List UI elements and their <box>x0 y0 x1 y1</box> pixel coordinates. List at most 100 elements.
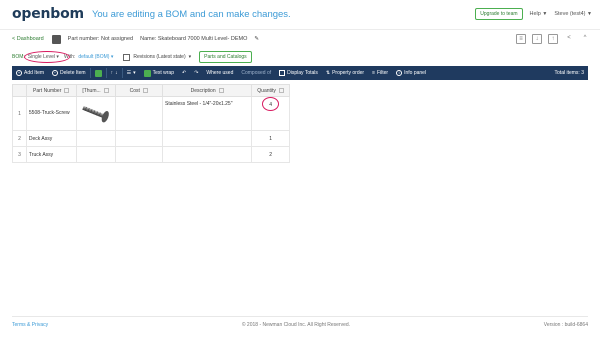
footer: Terms & Privacy © 2018 - Newman Cloud In… <box>12 320 588 330</box>
view-select[interactable]: default (BOM) ▾ <box>78 54 113 60</box>
column-header-description[interactable]: Description <box>162 84 253 97</box>
row-index: 3 <box>12 146 27 163</box>
edit-pencil-icon[interactable]: ✎ <box>254 36 259 42</box>
sort-up-icon: ↑ <box>110 70 114 76</box>
column-menu-icon[interactable] <box>278 87 284 93</box>
redo-icon: ↷ <box>194 70 199 76</box>
bom-icon <box>51 34 61 44</box>
redo-button[interactable]: ↷ <box>190 70 202 76</box>
sort-button[interactable]: ↑ ↓ <box>107 70 122 76</box>
column-header-cost[interactable]: Cost <box>114 84 164 97</box>
bom-label: BOM: <box>12 54 25 60</box>
part-number-cell[interactable]: Truck Assy <box>25 146 77 163</box>
undo-icon: ↶ <box>182 70 187 76</box>
chevron-down-icon: ▼ <box>542 11 548 17</box>
cost-cell[interactable] <box>114 146 164 163</box>
text-wrap-toggle[interactable]: Text wrap <box>140 69 178 77</box>
table-row[interactable]: 2 Deck Assy 1 <box>12 130 290 147</box>
columns-menu-button[interactable]: ☰ ▾ <box>123 70 140 76</box>
quantity-cell[interactable]: 4 <box>251 96 290 131</box>
composed-of-button[interactable]: Composed of <box>237 70 275 76</box>
column-header-quantity[interactable]: Quantity <box>251 84 290 97</box>
row-index: 1 <box>12 96 27 131</box>
checkbox-icon <box>279 70 286 76</box>
bom-name-text: Name: Skateboard 7000 Multi Level- DEMO <box>140 36 248 42</box>
info-icon: i <box>396 70 403 76</box>
version-text: Version : build-6864 <box>543 322 588 328</box>
chevron-down-icon: ▾ <box>110 54 114 60</box>
description-cell[interactable] <box>162 130 253 147</box>
footer-divider <box>12 316 588 317</box>
minus-icon: − <box>52 70 59 76</box>
part-number-cell[interactable]: Deck Assy <box>25 130 77 147</box>
column-menu-icon[interactable] <box>103 87 109 93</box>
column-header-part-number[interactable]: Part Number <box>25 84 77 97</box>
screw-thumbnail-image <box>81 105 109 122</box>
level-highlight-circle <box>24 51 70 63</box>
thumbnail-cell[interactable] <box>75 96 116 131</box>
quantity-highlight-circle <box>262 97 280 111</box>
help-menu[interactable]: Help ▼ <box>530 11 548 17</box>
chevron-down-icon: ▾ <box>188 54 192 60</box>
column-menu-icon[interactable] <box>142 87 148 93</box>
part-number-text: 5508-Truck-Screw <box>28 110 70 116</box>
logo: openbom <box>12 6 84 22</box>
cost-cell[interactable] <box>114 130 164 147</box>
description-cell[interactable] <box>162 146 253 163</box>
info-panel-button[interactable]: i Info panel <box>392 70 430 76</box>
grid-toolbar: + Add Item − Delete Item ↑ ↓ ☰ ▾ Text wrap ↶… <box>12 66 588 80</box>
chevron-down-icon: ▾ <box>133 70 136 76</box>
copyright-text: © 2018 - Newman Cloud Inc. All Right Res… <box>241 322 351 328</box>
grid-header-row: Part Number [Thum... Cost Description Qu… <box>12 84 290 97</box>
table-row[interactable]: 1 5508-Truck-Screw Stainless Steel - 1/4… <box>12 96 290 131</box>
collapse-icon[interactable]: ^ <box>580 34 590 44</box>
property-order-button[interactable]: ⇅ Property order <box>322 70 368 76</box>
display-totals-toggle[interactable]: Display Totals <box>275 70 322 76</box>
filter-icon: ≡ <box>372 70 375 76</box>
cost-cell[interactable] <box>114 96 164 131</box>
header-divider <box>0 29 600 30</box>
where-used-button[interactable]: Where used <box>202 70 237 76</box>
row-index: 2 <box>12 130 27 147</box>
thumbnail-cell[interactable] <box>75 130 116 147</box>
index-header <box>12 84 27 97</box>
column-menu-icon[interactable] <box>64 87 70 93</box>
info-actions: ≡ ↓ ↑ < ^ <box>516 34 590 44</box>
quantity-value-wrap: 4 <box>262 97 280 111</box>
share-icon[interactable]: < <box>564 34 574 44</box>
quantity-cell[interactable]: 1 <box>251 130 290 147</box>
filter-button[interactable]: ≡ Filter <box>368 70 392 76</box>
column-menu-icon[interactable] <box>218 87 224 93</box>
share-upload-icon[interactable]: ↑ <box>548 34 558 44</box>
part-number-cell[interactable]: 5508-Truck-Screw <box>25 96 77 131</box>
table-row[interactable]: 3 Truck Assy 2 <box>12 146 290 163</box>
terms-link[interactable]: Terms & Privacy <box>12 322 48 328</box>
undo-button[interactable]: ↶ <box>178 70 190 76</box>
reorder-icon: ⇅ <box>325 70 331 76</box>
thumbnail-cell[interactable] <box>75 146 116 163</box>
description-cell[interactable]: Stainless Steel - 1/4"-20x1.25" <box>162 96 253 131</box>
quantity-cell[interactable]: 2 <box>251 146 290 163</box>
parts-catalogs-button[interactable]: Parts and Catalogs <box>199 51 252 63</box>
column-header-thumbnail[interactable]: [Thum... <box>75 84 116 97</box>
total-items-count: Total items: 3 <box>554 70 584 76</box>
list-icon: ☰ <box>126 70 132 76</box>
delete-item-button[interactable]: − Delete Item <box>48 70 90 76</box>
revisions-select[interactable]: Revisions (Latest state) ▾ <box>123 53 192 61</box>
grid-icon <box>94 69 102 77</box>
dashboard-link[interactable]: < Dashboard <box>12 36 44 42</box>
upgrade-button[interactable]: Upgrade to team <box>475 8 523 20</box>
checkbox-checked-icon <box>143 69 151 77</box>
add-item-button[interactable]: + Add Item <box>12 70 48 76</box>
sort-down-icon: ↓ <box>115 70 118 76</box>
top-right-controls: Upgrade to team Help ▼ Steve (test4) ▼ <box>475 8 592 20</box>
editing-message: You are editing a BOM and can make chang… <box>91 8 291 20</box>
plus-icon: + <box>16 70 22 76</box>
user-menu[interactable]: Steve (test4) ▼ <box>554 11 592 17</box>
top-bar: openbom You are editing a BOM and can ma… <box>0 0 600 28</box>
export-icon[interactable]: ↓ <box>532 34 542 44</box>
bom-info-bar: < Dashboard Part number: Not assigned Na… <box>0 32 600 46</box>
document-icon[interactable]: ≡ <box>516 34 526 44</box>
description-text: Stainless Steel - 1/4"-20x1.25" <box>165 101 233 107</box>
grid-view-button[interactable] <box>91 69 106 77</box>
